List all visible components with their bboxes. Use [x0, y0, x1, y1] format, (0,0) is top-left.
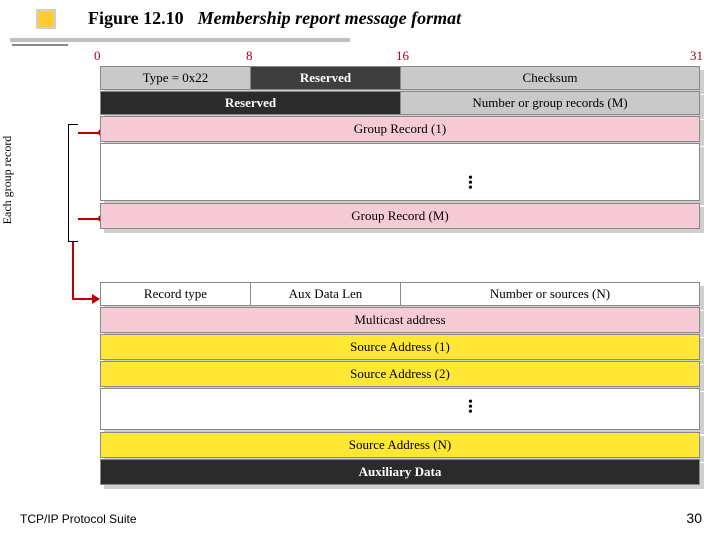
field-src-2: Source Address (2)	[100, 361, 700, 387]
footer-text: TCP/IP Protocol Suite	[20, 512, 137, 526]
title-rule-accent	[12, 44, 68, 46]
field-record-count: Number or group records (M)	[401, 92, 699, 114]
src-ellipsis-gap	[100, 388, 700, 430]
group-record-m: Group Record (M)	[100, 203, 700, 229]
message-format-block: Type = 0x22 Reserved Checksum Reserved N…	[100, 66, 704, 231]
figure-title: Figure 12.10 Membership report message f…	[36, 8, 461, 29]
field-source-count: Number or sources (N)	[401, 283, 699, 305]
figure-caption: Membership report message format	[198, 8, 462, 29]
connector-vline	[72, 242, 74, 298]
msg-header-row-1: Type = 0x22 Reserved Checksum	[100, 66, 700, 90]
group-record-format-block: Record type Aux Data Len Number or sourc…	[100, 282, 704, 487]
rec-header-row: Record type Aux Data Len Number or sourc…	[100, 282, 700, 306]
arrow-right-icon	[92, 294, 100, 304]
connector-line	[72, 298, 94, 300]
group-record-1: Group Record (1)	[100, 116, 700, 142]
tick-8: 8	[246, 48, 253, 64]
vertical-dots-icon: •••	[468, 176, 473, 191]
group-record-ellipsis-gap	[100, 143, 700, 201]
field-checksum: Checksum	[401, 67, 699, 89]
field-aux-len: Aux Data Len	[251, 283, 401, 305]
tick-16: 16	[396, 48, 409, 64]
field-multicast-addr: Multicast address	[100, 307, 700, 333]
bullet-square-icon	[36, 9, 56, 29]
page-number: 30	[686, 510, 702, 526]
title-rule	[10, 38, 350, 42]
connector-line	[78, 218, 100, 220]
field-src-1: Source Address (1)	[100, 334, 700, 360]
field-record-type: Record type	[101, 283, 251, 305]
vertical-dots-icon: •••	[468, 400, 473, 415]
field-reserved: Reserved	[251, 67, 401, 89]
figure-number: Figure 12.10	[88, 8, 184, 29]
connector-line	[78, 132, 100, 134]
field-aux-data: Auxiliary Data	[100, 459, 700, 485]
field-src-n: Source Address (N)	[100, 432, 700, 458]
field-type: Type = 0x22	[101, 67, 251, 89]
msg-header-row-2: Reserved Number or group records (M)	[100, 91, 700, 115]
tick-31: 31	[690, 48, 703, 64]
field-reserved2: Reserved	[101, 92, 401, 114]
tick-0: 0	[94, 48, 101, 64]
each-group-record-label: Each group record	[0, 100, 15, 260]
group-record-brace-icon	[68, 124, 78, 242]
